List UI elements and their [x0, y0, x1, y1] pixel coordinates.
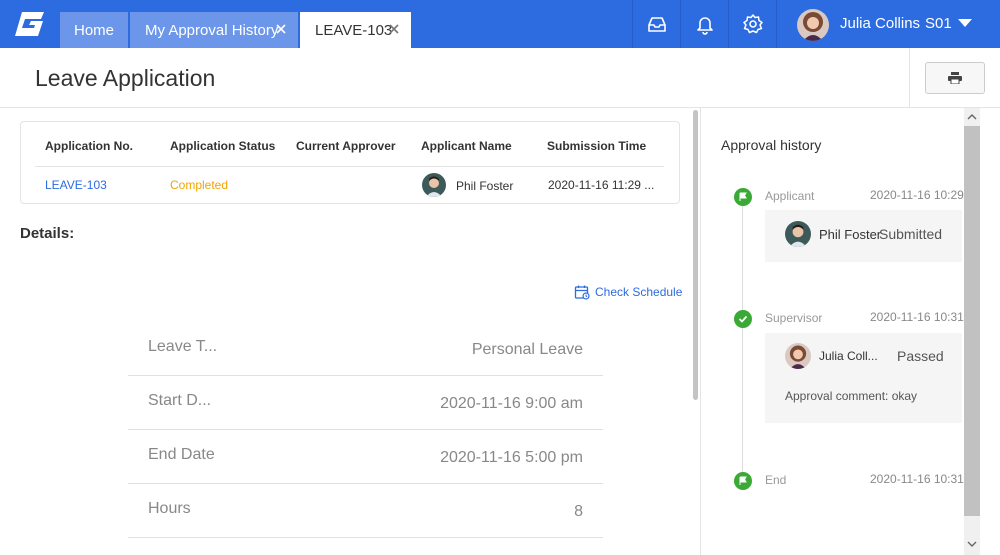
- column-header: Application No.: [45, 139, 133, 153]
- user-menu[interactable]: Julia Collins S01: [776, 0, 1000, 48]
- column-header: Submission Time: [547, 139, 647, 153]
- print-button[interactable]: [925, 62, 985, 94]
- user-code: S01: [925, 15, 952, 32]
- tab-label: LEAVE-103: [315, 21, 393, 39]
- inbox-button[interactable]: [632, 0, 680, 48]
- step-time: 2020-11-16 10:31: [870, 472, 964, 486]
- detail-label: Start D...: [148, 392, 212, 409]
- check-icon: [734, 310, 752, 328]
- avatar: [422, 173, 446, 197]
- applicant-name: Phil Foster: [456, 179, 514, 193]
- tab-label: Home: [73, 21, 114, 39]
- submission-time: 2020-11-16 11:29 ...: [548, 178, 655, 192]
- detail-row: Hours 8: [128, 484, 603, 538]
- inbox-icon: [647, 17, 666, 32]
- tab-my-approval-history[interactable]: My Approval History: [130, 12, 298, 48]
- check-schedule-link[interactable]: Check Schedule: [574, 284, 682, 300]
- timeline-line: [742, 198, 743, 480]
- flag-icon: [734, 472, 752, 490]
- step-label: End: [765, 473, 787, 487]
- gear-icon: [742, 14, 763, 34]
- calendar-icon: [574, 285, 590, 300]
- close-icon[interactable]: [274, 22, 288, 36]
- approval-action: Passed: [897, 348, 944, 364]
- step-time: 2020-11-16 10:29: [870, 188, 964, 202]
- scroll-down-icon[interactable]: [967, 540, 977, 548]
- approval-action: Submitted: [879, 226, 943, 242]
- avatar: [785, 343, 811, 369]
- close-icon[interactable]: [387, 22, 401, 36]
- detail-value: Personal Leave: [471, 341, 583, 358]
- scroll-up-icon[interactable]: [967, 113, 977, 121]
- column-header: Applicant Name: [421, 139, 512, 153]
- tab-label: My Approval History: [145, 21, 279, 39]
- step-label: Applicant: [765, 189, 815, 203]
- app-logo-icon[interactable]: [12, 10, 46, 38]
- detail-label: Leave T...: [148, 338, 218, 355]
- application-summary-card: Application No. Application Status Curre…: [20, 121, 680, 204]
- settings-button[interactable]: [728, 0, 776, 48]
- status-badge: Completed: [170, 178, 229, 192]
- details-heading: Details:: [20, 225, 75, 242]
- content-scrollbar[interactable]: [693, 110, 698, 400]
- detail-label: Hours: [148, 500, 191, 517]
- step-label: Supervisor: [765, 311, 823, 325]
- tab-leave-103[interactable]: LEAVE-103: [300, 12, 411, 48]
- flag-icon: [734, 188, 752, 206]
- header-divider: [0, 107, 1000, 108]
- chevron-down-icon: [958, 19, 972, 27]
- column-header: Current Approver: [296, 139, 396, 153]
- detail-row: Start D... 2020-11-16 9:00 am: [128, 376, 603, 430]
- printer-icon: [948, 72, 962, 84]
- step-time: 2020-11-16 10:31: [870, 310, 964, 324]
- detail-label: End Date: [148, 446, 215, 463]
- user-name: Julia Collins: [840, 15, 921, 32]
- tab-home[interactable]: Home: [60, 12, 128, 48]
- detail-row: Leave T... Personal Leave: [128, 322, 603, 376]
- table-divider: [35, 166, 664, 167]
- detail-value: 2020-11-16 5:00 pm: [440, 449, 583, 466]
- scrollbar-thumb[interactable]: [964, 126, 980, 516]
- history-entry: Phil Foster Submitted: [765, 210, 962, 262]
- approval-comment: Approval comment: okay: [785, 389, 918, 403]
- avatar: [797, 9, 829, 41]
- page-title: Leave Application: [35, 65, 216, 91]
- approval-history-title: Approval history: [721, 137, 822, 153]
- column-header: Application Status: [170, 139, 276, 153]
- header-divider: [909, 48, 910, 108]
- application-number-link[interactable]: LEAVE-103: [45, 178, 107, 192]
- detail-value: 2020-11-16 9:00 am: [440, 395, 583, 412]
- top-bar: Home My Approval History LEAVE-103 Julia…: [0, 0, 1000, 48]
- detail-row: End Date 2020-11-16 5:00 pm: [128, 430, 603, 484]
- detail-value: 8: [574, 503, 583, 520]
- check-schedule-label: Check Schedule: [595, 285, 683, 299]
- panel-divider: [700, 108, 701, 555]
- avatar: [785, 221, 811, 247]
- approver-name: Julia Coll...: [819, 349, 878, 363]
- notifications-button[interactable]: [680, 0, 728, 48]
- history-entry: Julia Coll... Passed Approval comment: o…: [765, 333, 962, 423]
- approver-name: Phil Foster: [819, 227, 882, 242]
- bell-icon: [696, 17, 713, 35]
